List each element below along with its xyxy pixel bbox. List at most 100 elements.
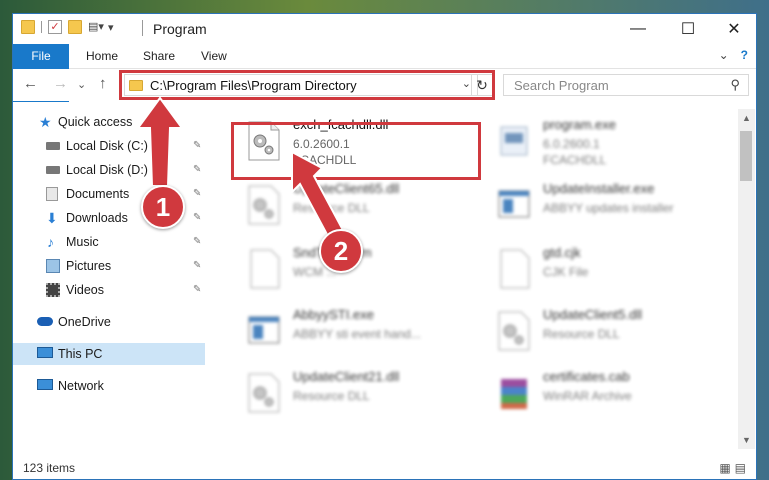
sidebar-item-label: Pictures bbox=[66, 259, 112, 273]
dll-gear-icon bbox=[248, 373, 280, 413]
callout-badge-1: 1 bbox=[141, 185, 185, 229]
scroll-down-icon[interactable]: ▼ bbox=[742, 435, 751, 445]
sidebar-item-network[interactable]: Network bbox=[13, 375, 205, 397]
recent-locations-button[interactable]: ⌄ bbox=[77, 78, 86, 91]
dll-gear-icon bbox=[248, 185, 280, 225]
file-description: ABBYY updates installer bbox=[543, 201, 674, 215]
sidebar-item-label: Videos bbox=[66, 283, 104, 297]
properties-check-icon[interactable]: ✓ bbox=[48, 20, 62, 34]
documents-icon bbox=[46, 187, 58, 201]
title-bar: ✓ ▤▾ ▾ Program — ☐ ✕ bbox=[13, 14, 756, 44]
sidebar-item-local-disk-c[interactable]: Local Disk (C:) ✎ bbox=[13, 135, 205, 157]
sidebar-item-label: Music bbox=[66, 235, 99, 249]
star-icon: ★ bbox=[39, 114, 52, 130]
file-item-updateclient21[interactable]: UpdateClient21.dll Resource DLL bbox=[225, 367, 465, 425]
new-folder-icon[interactable] bbox=[68, 20, 82, 34]
pin-icon: ✎ bbox=[193, 164, 202, 175]
sidebar-item-local-disk-d[interactable]: Local Disk (D:) ✎ bbox=[13, 159, 205, 181]
file-description: ABBYY sti event hand... bbox=[293, 327, 421, 341]
up-button[interactable]: ↑ bbox=[99, 75, 107, 92]
exe-icon bbox=[500, 126, 528, 156]
file-item-abbyysti[interactable]: AbbyySTI.exe ABBYY sti event hand... bbox=[225, 305, 465, 363]
tab-share[interactable]: Share bbox=[130, 44, 188, 68]
qat-dropdown-icon[interactable]: ▾ bbox=[108, 21, 114, 34]
sidebar-item-label: Local Disk (D:) bbox=[66, 163, 148, 177]
file-item-updateclient5[interactable]: UpdateClient5.dll Resource DLL bbox=[475, 305, 715, 363]
forward-button[interactable]: → bbox=[53, 75, 68, 92]
pictures-icon bbox=[46, 259, 60, 273]
tab-view[interactable]: View bbox=[188, 44, 240, 68]
file-highlight-box bbox=[231, 122, 481, 180]
quick-access-toolbar: ✓ ▤▾ ▾ bbox=[21, 20, 114, 34]
file-name: certificates.cab bbox=[543, 369, 630, 384]
address-highlight-box bbox=[119, 70, 495, 100]
drive-icon bbox=[46, 166, 60, 174]
sidebar-item-videos[interactable]: Videos ✎ bbox=[13, 279, 205, 301]
sidebar-item-this-pc[interactable]: This PC bbox=[13, 343, 205, 365]
file-description: WinRAR Archive bbox=[543, 389, 632, 403]
navigation-bar: ← → ⌄ ↑ C:\Program Files\Program Directo… bbox=[13, 69, 756, 101]
expand-ribbon-icon[interactable]: ⌄ bbox=[719, 48, 729, 62]
sidebar-item-label: This PC bbox=[58, 347, 103, 361]
item-count: 123 items bbox=[23, 461, 76, 475]
pin-icon: ✎ bbox=[193, 260, 202, 271]
callout-badge-2: 2 bbox=[319, 229, 363, 273]
explorer-window: ✓ ▤▾ ▾ Program — ☐ ✕ File Home Share Vie… bbox=[12, 13, 757, 480]
pin-icon: ✎ bbox=[193, 212, 202, 223]
file-name: gtd.cjk bbox=[543, 245, 581, 260]
file-name: program.exe bbox=[543, 117, 616, 132]
search-input[interactable]: Search Program bbox=[514, 78, 609, 93]
file-description: Resource DLL bbox=[293, 201, 370, 215]
archive-icon bbox=[501, 379, 527, 409]
sidebar-item-label: Local Disk (C:) bbox=[66, 139, 148, 153]
status-bar: 123 items ▦▤ bbox=[13, 457, 756, 479]
back-button[interactable]: ← bbox=[23, 75, 38, 92]
minimize-button[interactable]: — bbox=[616, 14, 660, 44]
maximize-button[interactable]: ☐ bbox=[666, 14, 710, 44]
file-version: 6.0.2600.1 bbox=[543, 137, 600, 151]
file-name: UpdateClient65.dll bbox=[293, 181, 400, 196]
tab-home[interactable]: Home bbox=[73, 44, 131, 68]
sidebar-item-label: Quick access bbox=[58, 115, 133, 129]
separator bbox=[41, 21, 42, 33]
file-item-program-exe[interactable]: program.exe 6.0.2600.1 FCACHDLL bbox=[475, 115, 715, 173]
pin-icon: ✎ bbox=[193, 284, 202, 295]
file-item-gtd-cjk[interactable]: gtd.cjk CJK File bbox=[475, 243, 715, 301]
search-box[interactable]: Search Program ⚲ bbox=[503, 74, 749, 96]
close-button[interactable]: ✕ bbox=[712, 14, 756, 44]
network-icon bbox=[37, 379, 53, 390]
sidebar-item-label: OneDrive bbox=[58, 315, 111, 329]
search-icon[interactable]: ⚲ bbox=[730, 77, 740, 93]
view-toggle-icons[interactable]: ▦▤ bbox=[719, 461, 750, 475]
sidebar-item-label: Network bbox=[58, 379, 104, 393]
help-icon[interactable]: ? bbox=[741, 48, 748, 62]
sidebar-item-onedrive[interactable]: OneDrive bbox=[13, 311, 205, 333]
file-item-certificates-cab[interactable]: certificates.cab WinRAR Archive bbox=[475, 367, 715, 425]
window-title: Program bbox=[153, 21, 207, 37]
pin-icon: ✎ bbox=[193, 236, 202, 247]
file-item-updateclient65[interactable]: UpdateClient65.dll Resource DLL bbox=[225, 179, 465, 237]
scroll-up-icon[interactable]: ▲ bbox=[742, 113, 751, 123]
sidebar-item-quick-access[interactable]: ★ Quick access bbox=[13, 111, 205, 133]
dll-gear-icon bbox=[498, 311, 530, 351]
sidebar-item-music[interactable]: ♪ Music ✎ bbox=[13, 231, 205, 253]
scrollbar-thumb[interactable] bbox=[740, 131, 752, 181]
file-description: Resource DLL bbox=[543, 327, 620, 341]
file-description: Resource DLL bbox=[293, 389, 370, 403]
file-item-updateinstaller[interactable]: UpdateInstaller.exe ABBYY updates instal… bbox=[475, 179, 715, 237]
folder-icon bbox=[21, 20, 35, 34]
file-icon bbox=[250, 249, 280, 289]
ribbon-tabs: File Home Share View ⌄ ? bbox=[13, 44, 756, 102]
videos-icon bbox=[46, 283, 60, 297]
file-name: AbbyySTI.exe bbox=[293, 307, 374, 322]
sidebar-item-label: Downloads bbox=[66, 211, 128, 225]
customize-toolbar-icon[interactable]: ▤▾ bbox=[88, 20, 104, 34]
pin-icon: ✎ bbox=[193, 140, 202, 151]
exe-window-icon bbox=[498, 190, 530, 218]
music-icon: ♪ bbox=[47, 234, 54, 250]
file-name: UpdateInstaller.exe bbox=[543, 181, 655, 196]
cloud-icon bbox=[37, 317, 53, 326]
sidebar-item-pictures[interactable]: Pictures ✎ bbox=[13, 255, 205, 277]
vertical-scrollbar[interactable]: ▲ ▼ bbox=[738, 109, 755, 449]
title-separator bbox=[142, 20, 143, 36]
